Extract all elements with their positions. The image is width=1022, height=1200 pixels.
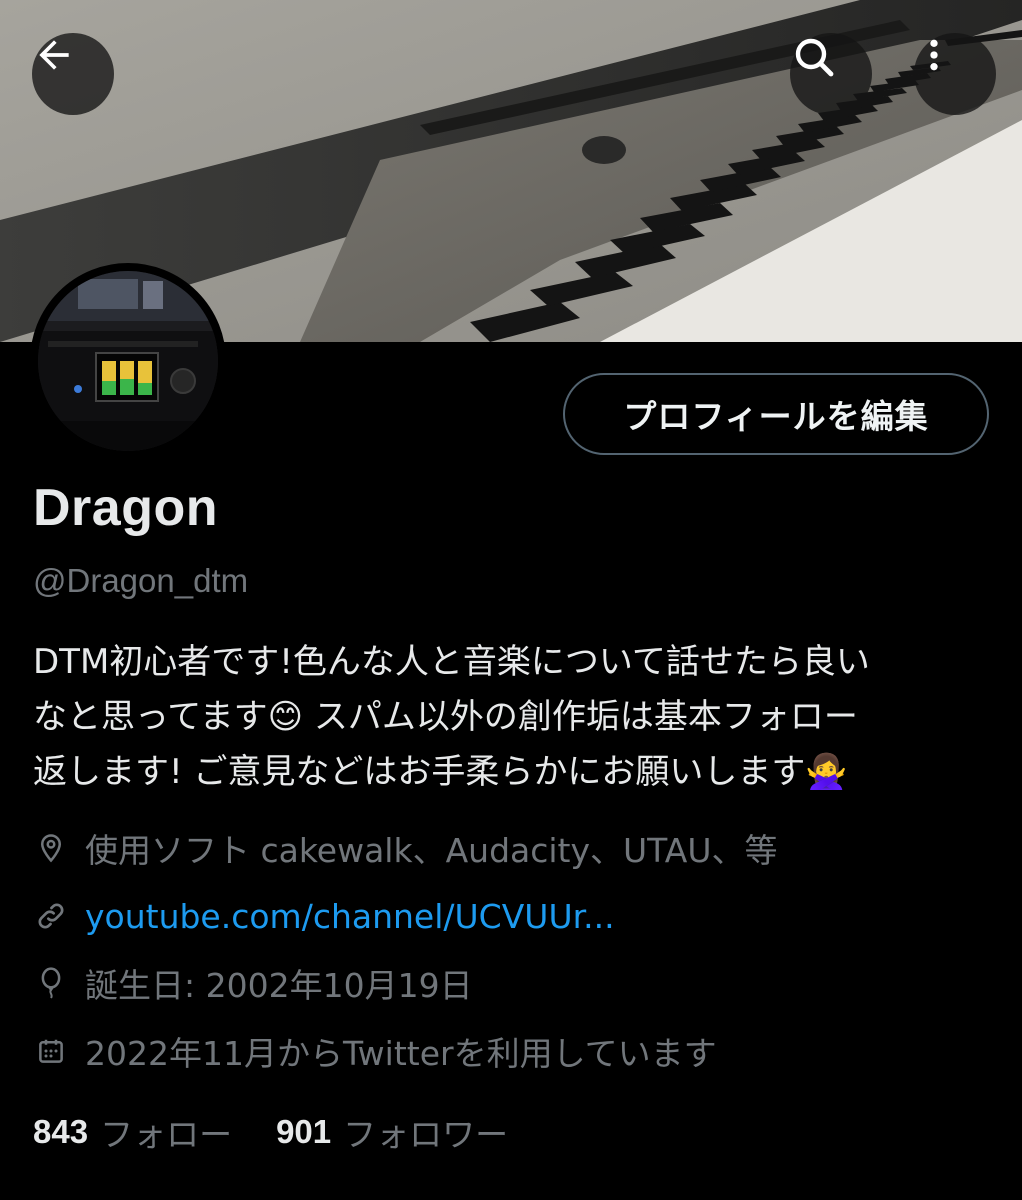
search-button[interactable] (790, 33, 872, 115)
followers-label: フォロワー (343, 1115, 509, 1154)
more-vertical-icon (930, 39, 938, 71)
following-label: フォロー (100, 1115, 233, 1154)
edit-profile-button[interactable]: プロフィールを編集 (563, 373, 989, 455)
location-text: 使用ソフト cakewalk、Audacity、UTAU、等 (85, 831, 778, 870)
join-date-text: 2022年11月からTwitterを利用しています (85, 1034, 717, 1073)
avatar[interactable] (30, 263, 226, 459)
balloon-icon (33, 965, 69, 1001)
follow-stats: 843 フォロー 901 フォロワー (33, 1108, 508, 1156)
profile-birthday: 誕生日: 2002年10月19日 (33, 960, 473, 1006)
back-button[interactable] (32, 33, 114, 115)
location-pin-icon (33, 830, 69, 866)
following-link[interactable]: 843 フォロー (33, 1108, 232, 1156)
website-link[interactable]: youtube.com/channel/UCVUUr... (85, 897, 615, 936)
profile-location: 使用ソフト cakewalk、Audacity、UTAU、等 (33, 825, 778, 871)
birthday-text: 誕生日: 2002年10月19日 (85, 966, 473, 1005)
profile-bio: DTM初心者です!色んな人と音楽について話せたら良い なと思ってます😊 スパム以… (33, 642, 870, 792)
more-options-button[interactable] (914, 33, 996, 115)
display-name: Dragon (33, 479, 218, 537)
profile-website[interactable]: youtube.com/channel/UCVUUr... (33, 893, 615, 939)
following-count: 843 (33, 1113, 89, 1150)
followers-count: 901 (276, 1113, 332, 1150)
arrow-left-icon (39, 40, 69, 70)
profile-join-date: 2022年11月からTwitterを利用しています (33, 1028, 717, 1074)
avatar-image (38, 271, 218, 451)
link-icon (33, 898, 69, 934)
search-icon (795, 38, 834, 77)
calendar-icon (33, 1033, 69, 1069)
user-handle: @Dragon_dtm (33, 562, 249, 599)
followers-link[interactable]: 901 フォロワー (276, 1108, 508, 1156)
